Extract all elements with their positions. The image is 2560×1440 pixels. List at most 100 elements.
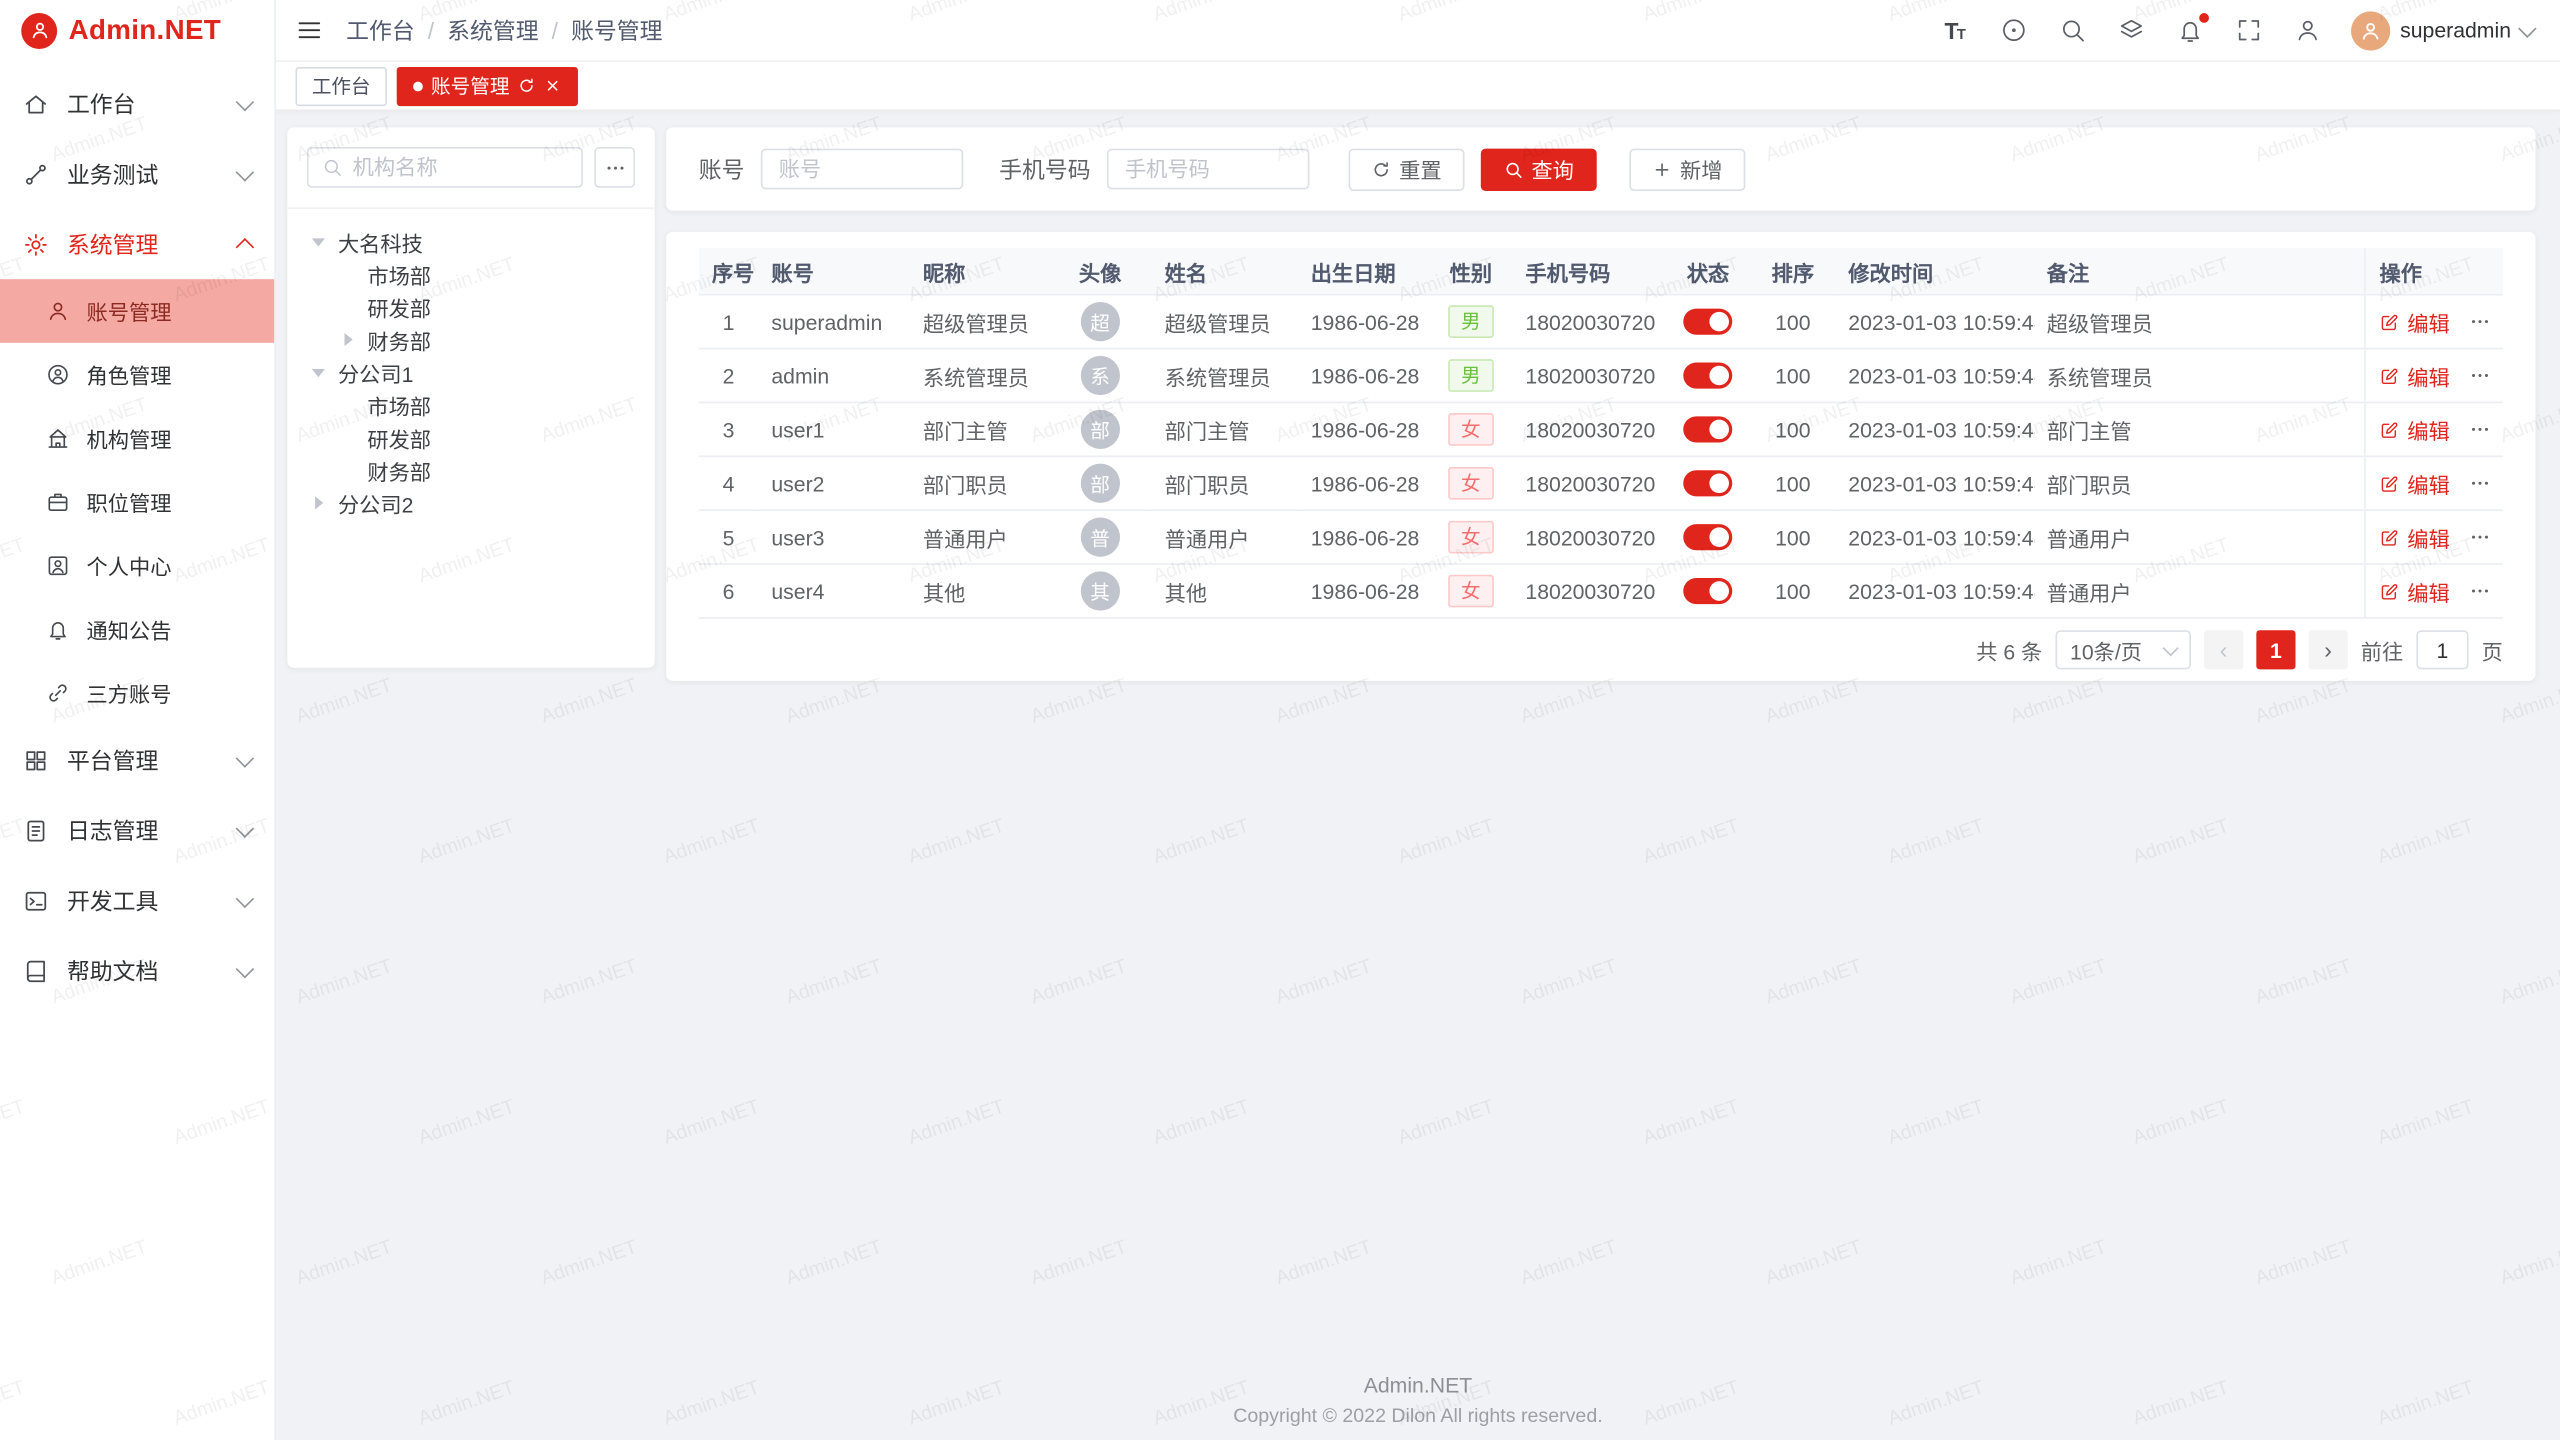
cell-sort: 100 xyxy=(1750,510,1835,564)
sidebar-item-third-party-account[interactable]: 三方账号 xyxy=(0,661,274,725)
sidebar-item-dev-tools[interactable]: 开发工具 xyxy=(0,865,274,935)
sidebar-item-workbench[interactable]: 工作台 xyxy=(0,69,274,139)
row-more-button[interactable] xyxy=(2469,364,2492,387)
sidebar-item-help-docs[interactable]: 帮助文档 xyxy=(0,936,274,1006)
search-icon[interactable] xyxy=(2057,16,2086,45)
sidebar-item-personal-center[interactable]: 个人中心 xyxy=(0,534,274,598)
status-toggle[interactable] xyxy=(1684,362,1733,388)
link-icon xyxy=(46,681,70,705)
edit-button[interactable]: 编辑 xyxy=(2380,360,2450,391)
tree-node[interactable]: 市场部 xyxy=(307,389,635,422)
row-more-button[interactable] xyxy=(2469,418,2492,441)
row-more-button[interactable] xyxy=(2469,526,2492,549)
chevron-down-icon xyxy=(2162,639,2178,655)
sidebar-item-label: 工作台 xyxy=(67,87,136,120)
row-more-button[interactable] xyxy=(2469,472,2492,495)
tree-node[interactable]: 财务部 xyxy=(307,323,635,356)
screen-adapt-icon[interactable] xyxy=(1998,16,2027,45)
prev-page-button[interactable]: ‹ xyxy=(2204,630,2243,669)
sidebar-item-log-management[interactable]: 日志管理 xyxy=(0,795,274,865)
edit-button[interactable]: 编辑 xyxy=(2380,468,2450,499)
column-header-account: 账号 xyxy=(758,248,910,295)
tree-node[interactable]: 分公司1 xyxy=(307,356,635,389)
phone-filter-input[interactable] xyxy=(1107,149,1309,190)
user-menu[interactable]: superadmin xyxy=(2351,11,2534,50)
org-name-search-input[interactable] xyxy=(353,155,569,179)
tree-caret-down-icon[interactable] xyxy=(307,368,330,376)
sidebar-item-business-test[interactable]: 业务测试 xyxy=(0,139,274,209)
page-size-select[interactable]: 10条/页 xyxy=(2055,630,2191,669)
tree-node[interactable]: 大名科技 xyxy=(307,225,635,258)
row-avatar: 普 xyxy=(1081,518,1120,557)
profile-icon[interactable] xyxy=(2292,16,2321,45)
sidebar-item-position-management[interactable]: 职位管理 xyxy=(0,470,274,534)
tree-node-label: 市场部 xyxy=(367,389,431,420)
app-logo[interactable]: Admin.NET xyxy=(0,0,274,60)
sidebar-item-label: 账号管理 xyxy=(87,296,172,327)
current-page[interactable]: 1 xyxy=(2256,630,2295,669)
tree-node[interactable]: 分公司2 xyxy=(307,487,635,520)
sidebar-item-system-management[interactable]: 系统管理 xyxy=(0,209,274,279)
sidebar-item-notice-announcement[interactable]: 通知公告 xyxy=(0,598,274,662)
cell-actions: 编辑 xyxy=(2366,295,2503,349)
status-toggle[interactable] xyxy=(1684,416,1733,442)
font-size-icon[interactable]: TT xyxy=(1940,16,1969,45)
tree-caret-right-icon[interactable] xyxy=(307,496,330,509)
tab-account-management[interactable]: 账号管理 xyxy=(397,66,578,105)
tab-workbench[interactable]: 工作台 xyxy=(296,66,387,105)
goto-page-input[interactable] xyxy=(2416,630,2468,669)
bell-icon xyxy=(46,617,70,641)
sidebar-item-account-management[interactable]: 账号管理 xyxy=(0,279,274,343)
query-button[interactable]: 查询 xyxy=(1481,148,1597,190)
sidebar-item-org-management[interactable]: 机构管理 xyxy=(0,407,274,471)
row-avatar: 超 xyxy=(1081,302,1120,341)
cell-nickname: 系统管理员 xyxy=(910,349,1049,403)
column-header-remark: 备注 xyxy=(2034,248,2366,295)
cell-name: 部门主管 xyxy=(1152,402,1298,456)
edit-button[interactable]: 编辑 xyxy=(2380,522,2450,553)
status-toggle[interactable] xyxy=(1684,308,1733,334)
account-filter-input[interactable] xyxy=(761,149,963,190)
cell-modified: 2023-01-03 10:59:44 xyxy=(1835,456,2033,510)
edit-icon xyxy=(2380,473,2401,494)
sidebar-item-platform-management[interactable]: 平台管理 xyxy=(0,725,274,795)
notification-bell-icon[interactable] xyxy=(2175,16,2204,45)
page-size-value: 10条/页 xyxy=(2070,634,2142,665)
row-more-button[interactable] xyxy=(2469,580,2492,603)
tree-caret-right-icon[interactable] xyxy=(336,333,359,346)
breadcrumb-item[interactable]: 工作台 xyxy=(346,14,415,47)
tree-node[interactable]: 研发部 xyxy=(307,291,635,324)
cell-status xyxy=(1666,456,1751,510)
cell-phone: 18020030720 xyxy=(1512,564,1665,618)
tab-refresh-icon[interactable] xyxy=(518,77,536,95)
tree-more-button[interactable] xyxy=(594,147,635,188)
edit-button-label: 编辑 xyxy=(2407,468,2449,499)
status-toggle[interactable] xyxy=(1684,523,1733,549)
reset-button[interactable]: 重置 xyxy=(1349,148,1465,190)
edit-button[interactable]: 编辑 xyxy=(2380,414,2450,445)
theme-icon[interactable] xyxy=(2116,16,2145,45)
sidebar-item-role-management[interactable]: 角色管理 xyxy=(0,343,274,407)
breadcrumb-item[interactable]: 系统管理 xyxy=(447,14,538,47)
status-toggle[interactable] xyxy=(1684,577,1733,603)
menu-toggle-icon[interactable] xyxy=(296,16,324,44)
cell-status xyxy=(1666,349,1751,403)
tree-node[interactable]: 研发部 xyxy=(307,421,635,454)
edit-button[interactable]: 编辑 xyxy=(2380,576,2450,607)
footer-app-name: Admin.NET xyxy=(276,1373,2560,1397)
tree-node[interactable]: 市场部 xyxy=(307,258,635,291)
row-more-button[interactable] xyxy=(2469,310,2492,333)
gender-badge: 男 xyxy=(1448,359,1494,392)
tab-close-icon[interactable] xyxy=(544,77,562,95)
tree-caret-down-icon[interactable] xyxy=(307,238,330,246)
status-toggle[interactable] xyxy=(1684,469,1733,495)
cell-nickname: 部门主管 xyxy=(910,402,1049,456)
next-page-button[interactable]: › xyxy=(2309,630,2348,669)
edit-button[interactable]: 编辑 xyxy=(2380,306,2450,337)
add-button[interactable]: 新增 xyxy=(1629,148,1745,190)
tree-node[interactable]: 财务部 xyxy=(307,454,635,487)
cell-avatar: 部 xyxy=(1049,402,1152,456)
fullscreen-icon[interactable] xyxy=(2234,16,2263,45)
gender-badge: 女 xyxy=(1448,575,1494,608)
row-avatar: 系 xyxy=(1081,356,1120,395)
